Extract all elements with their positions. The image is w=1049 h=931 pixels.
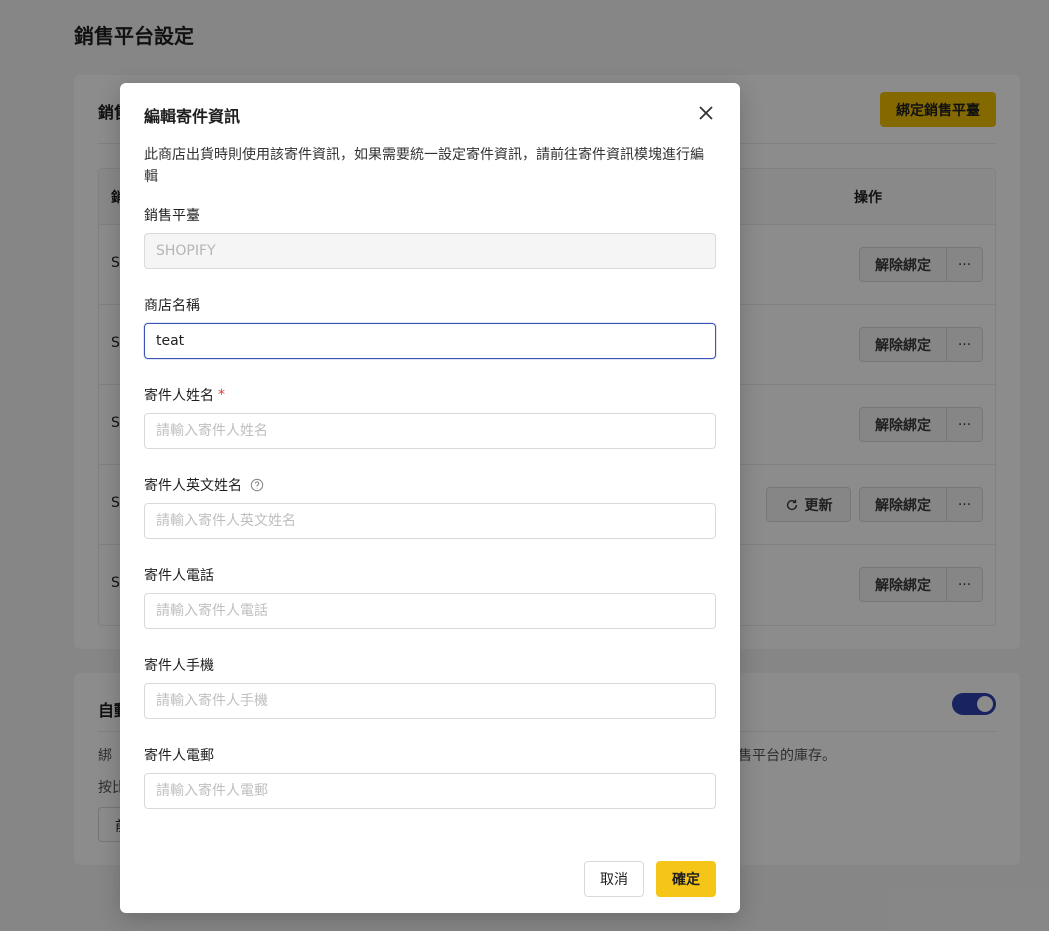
- sender-name-en-field[interactable]: [144, 503, 716, 539]
- sender-name-label-text: 寄件人姓名: [144, 388, 214, 404]
- cancel-button[interactable]: 取消: [584, 861, 644, 897]
- confirm-button[interactable]: 確定: [656, 861, 716, 897]
- sender-phone-field[interactable]: [144, 593, 716, 629]
- sender-phone-label-text: 寄件人電話: [144, 568, 214, 584]
- close-icon[interactable]: [696, 103, 716, 123]
- sender-name-label: 寄件人姓名 *: [144, 385, 225, 405]
- platform-label-text: 銷售平臺: [144, 208, 200, 224]
- edit-sender-modal: 編輯寄件資訊 此商店出貨時則使用該寄件資訊，如果需要統一設定寄件資訊，請前往寄件…: [120, 83, 740, 913]
- sender-name-en-label: 寄件人英文姓名: [144, 475, 264, 495]
- sender-email-field[interactable]: [144, 773, 716, 809]
- sender-mobile-label: 寄件人手機: [144, 655, 214, 675]
- modal-title: 編輯寄件資訊: [144, 107, 241, 126]
- sender-phone-label: 寄件人電話: [144, 565, 214, 585]
- sender-email-label: 寄件人電郵: [144, 745, 214, 765]
- modal-description: 此商店出貨時則使用該寄件資訊，如果需要統一設定寄件資訊，請前往寄件資訊模塊進行編…: [144, 147, 704, 185]
- sender-name-field[interactable]: [144, 413, 716, 449]
- required-mark: *: [218, 387, 225, 403]
- modal-footer: 取消 確定: [584, 861, 716, 897]
- platform-field: [144, 233, 716, 269]
- store-name-label: 商店名稱: [144, 295, 200, 315]
- platform-label: 銷售平臺: [144, 205, 200, 225]
- question-circle-icon[interactable]: [250, 478, 264, 492]
- store-name-field[interactable]: [144, 323, 716, 359]
- store-name-label-text: 商店名稱: [144, 298, 200, 314]
- sender-mobile-field[interactable]: [144, 683, 716, 719]
- sender-email-label-text: 寄件人電郵: [144, 748, 214, 764]
- sender-mobile-label-text: 寄件人手機: [144, 658, 214, 674]
- sender-name-en-label-text: 寄件人英文姓名: [144, 478, 242, 494]
